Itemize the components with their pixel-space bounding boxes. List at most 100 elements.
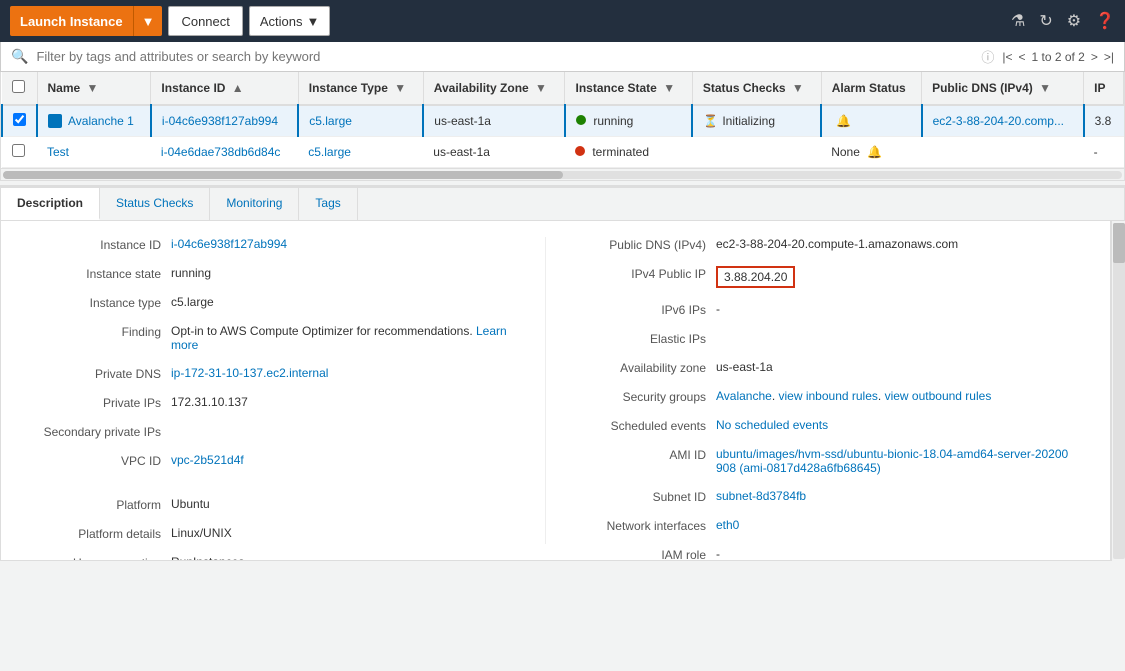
detail-label: Finding <box>21 324 161 352</box>
sg-name-link[interactable]: Avalanche <box>716 389 772 403</box>
col-availability-zone[interactable]: Availability Zone ▼ <box>423 72 565 105</box>
state-dot <box>575 146 585 156</box>
col-ip[interactable]: IP <box>1084 72 1124 105</box>
detail-label <box>21 482 161 483</box>
row-checkbox[interactable] <box>13 113 26 126</box>
detail-value-link[interactable]: i-04c6e938f127ab994 <box>171 237 287 252</box>
detail-label: AMI ID <box>566 447 706 475</box>
tab-monitoring[interactable]: Monitoring <box>210 188 299 220</box>
detail-row: Availability zone us-east-1a <box>566 360 1070 375</box>
ami-id-link[interactable]: ubuntu/images/hvm-ssd/ubuntu-bionic-18.0… <box>716 447 1070 475</box>
security-groups-value: Avalanche. view inbound rules. view outb… <box>716 389 991 404</box>
instances-table-container: Name ▼ Instance ID ▲ Instance Type ▼ Ava… <box>0 72 1125 169</box>
details-left-col: Instance ID i-04c6e938f127ab994 Instance… <box>21 237 545 544</box>
table-row[interactable]: Avalanche 1 i-04c6e938f127ab994 c5.large… <box>2 105 1124 137</box>
search-help-icon[interactable]: ⓘ <box>981 47 994 66</box>
row-instance-state: terminated <box>565 137 692 168</box>
detail-value-link[interactable]: No scheduled events <box>716 418 828 433</box>
actions-button[interactable]: Actions ▼ <box>249 6 331 36</box>
state-dot <box>576 115 586 125</box>
detail-value-link[interactable]: ip-172-31-10-137.ec2.internal <box>171 366 328 381</box>
row-ip: - <box>1084 137 1124 168</box>
row-availability-zone: us-east-1a <box>423 105 565 137</box>
scroll-thumb[interactable] <box>3 171 563 179</box>
gear-icon[interactable]: ⚙ <box>1067 11 1081 31</box>
detail-row: Secondary private IPs <box>21 424 525 439</box>
detail-label: Instance state <box>21 266 161 281</box>
next-page-btn[interactable]: > <box>1091 50 1098 64</box>
detail-label: VPC ID <box>21 453 161 468</box>
connect-button[interactable]: Connect <box>168 6 242 36</box>
detail-label: IPv4 Public IP <box>566 266 706 288</box>
detail-value-link[interactable]: subnet-8d3784fb <box>716 489 806 504</box>
details-tabs: DescriptionStatus ChecksMonitoringTags <box>0 185 1125 221</box>
detail-label: Secondary private IPs <box>21 424 161 439</box>
vertical-scrollbar[interactable] <box>1111 221 1125 561</box>
detail-row: Subnet ID subnet-8d3784fb <box>566 489 1070 504</box>
row-checkbox-cell[interactable] <box>2 105 37 137</box>
search-bar: 🔍 ⓘ |< < 1 to 2 of 2 > >| <box>0 42 1125 72</box>
select-all-checkbox-col[interactable] <box>2 72 37 105</box>
detail-label: Instance type <box>21 295 161 310</box>
detail-row: Scheduled events No scheduled events <box>566 418 1070 433</box>
refresh-icon[interactable]: ↻ <box>1039 11 1052 31</box>
detail-value: c5.large <box>171 295 214 310</box>
search-input[interactable] <box>36 49 973 64</box>
page-count: 1 to 2 of 2 <box>1031 50 1084 64</box>
instances-table: Name ▼ Instance ID ▲ Instance Type ▼ Ava… <box>1 72 1124 168</box>
col-instance-state[interactable]: Instance State ▼ <box>565 72 692 105</box>
launch-instance-button[interactable]: Launch Instance ▼ <box>10 6 162 36</box>
last-page-btn[interactable]: >| <box>1104 50 1114 64</box>
row-name: Avalanche 1 <box>37 105 151 137</box>
detail-row: Private IPs 172.31.10.137 <box>21 395 525 410</box>
col-instance-type[interactable]: Instance Type ▼ <box>298 72 423 105</box>
table-header-row: Name ▼ Instance ID ▲ Instance Type ▼ Ava… <box>2 72 1124 105</box>
detail-row: Instance type c5.large <box>21 295 525 310</box>
row-status-checks: ⏳Initializing <box>692 105 821 137</box>
detail-value: running <box>171 266 211 281</box>
pagination: |< < 1 to 2 of 2 > >| <box>1002 50 1114 64</box>
detail-label: Subnet ID <box>566 489 706 504</box>
detail-row: AMI ID ubuntu/images/hvm-ssd/ubuntu-bion… <box>566 447 1070 475</box>
flask-icon[interactable]: ⚗ <box>1011 11 1025 31</box>
learn-more-link[interactable]: Learn more <box>171 324 507 352</box>
col-public-dns[interactable]: Public DNS (IPv4) ▼ <box>922 72 1084 105</box>
tab-description[interactable]: Description <box>1 188 100 220</box>
horizontal-scrollbar[interactable] <box>0 169 1125 181</box>
detail-row: Usage operation RunInstances <box>21 555 525 561</box>
detail-row: Public DNS (IPv4) ec2-3-88-204-20.comput… <box>566 237 1070 252</box>
col-instance-id[interactable]: Instance ID ▲ <box>151 72 298 105</box>
detail-value-link[interactable]: vpc-2b521d4f <box>171 453 244 468</box>
col-name[interactable]: Name ▼ <box>37 72 151 105</box>
first-page-btn[interactable]: |< <box>1002 50 1012 64</box>
detail-label: Platform details <box>21 526 161 541</box>
launch-instance-label: Launch Instance <box>10 14 133 29</box>
help-icon[interactable]: ❓ <box>1095 11 1115 31</box>
detail-value: Ubuntu <box>171 497 210 512</box>
col-status-checks[interactable]: Status Checks ▼ <box>692 72 821 105</box>
launch-instance-dropdown-arrow[interactable]: ▼ <box>133 6 163 36</box>
detail-label: Platform <box>21 497 161 512</box>
scroll-right-thumb[interactable] <box>1113 223 1125 263</box>
detail-row: Security groups Avalanche. view inbound … <box>566 389 1070 404</box>
prev-page-btn[interactable]: < <box>1018 50 1025 64</box>
row-instance-type: c5.large <box>298 105 423 137</box>
sg-outbound-link[interactable]: view outbound rules <box>885 389 992 403</box>
sg-inbound-link[interactable]: view inbound rules <box>779 389 878 403</box>
select-all-checkbox[interactable] <box>12 80 25 93</box>
detail-value-link[interactable]: eth0 <box>716 518 739 533</box>
detail-value: Linux/UNIX <box>171 526 232 541</box>
row-checkbox-cell[interactable] <box>2 137 37 168</box>
row-checkbox[interactable] <box>12 144 25 157</box>
tab-status-checks[interactable]: Status Checks <box>100 188 210 220</box>
detail-row: Network interfaces eth0 <box>566 518 1070 533</box>
row-public-dns: ec2-3-88-204-20.comp... <box>922 105 1084 137</box>
col-alarm-status[interactable]: Alarm Status <box>821 72 921 105</box>
detail-label: Elastic IPs <box>566 331 706 346</box>
detail-row: IAM role - <box>566 547 1070 561</box>
detail-row: Platform Ubuntu <box>21 497 525 512</box>
table-row[interactable]: Test i-04e6dae738db6d84c c5.large us-eas… <box>2 137 1124 168</box>
detail-value: ec2-3-88-204-20.compute-1.amazonaws.com <box>716 237 958 252</box>
toolbar-icons: ⚗ ↻ ⚙ ❓ <box>1011 11 1115 31</box>
tab-tags[interactable]: Tags <box>299 188 357 220</box>
